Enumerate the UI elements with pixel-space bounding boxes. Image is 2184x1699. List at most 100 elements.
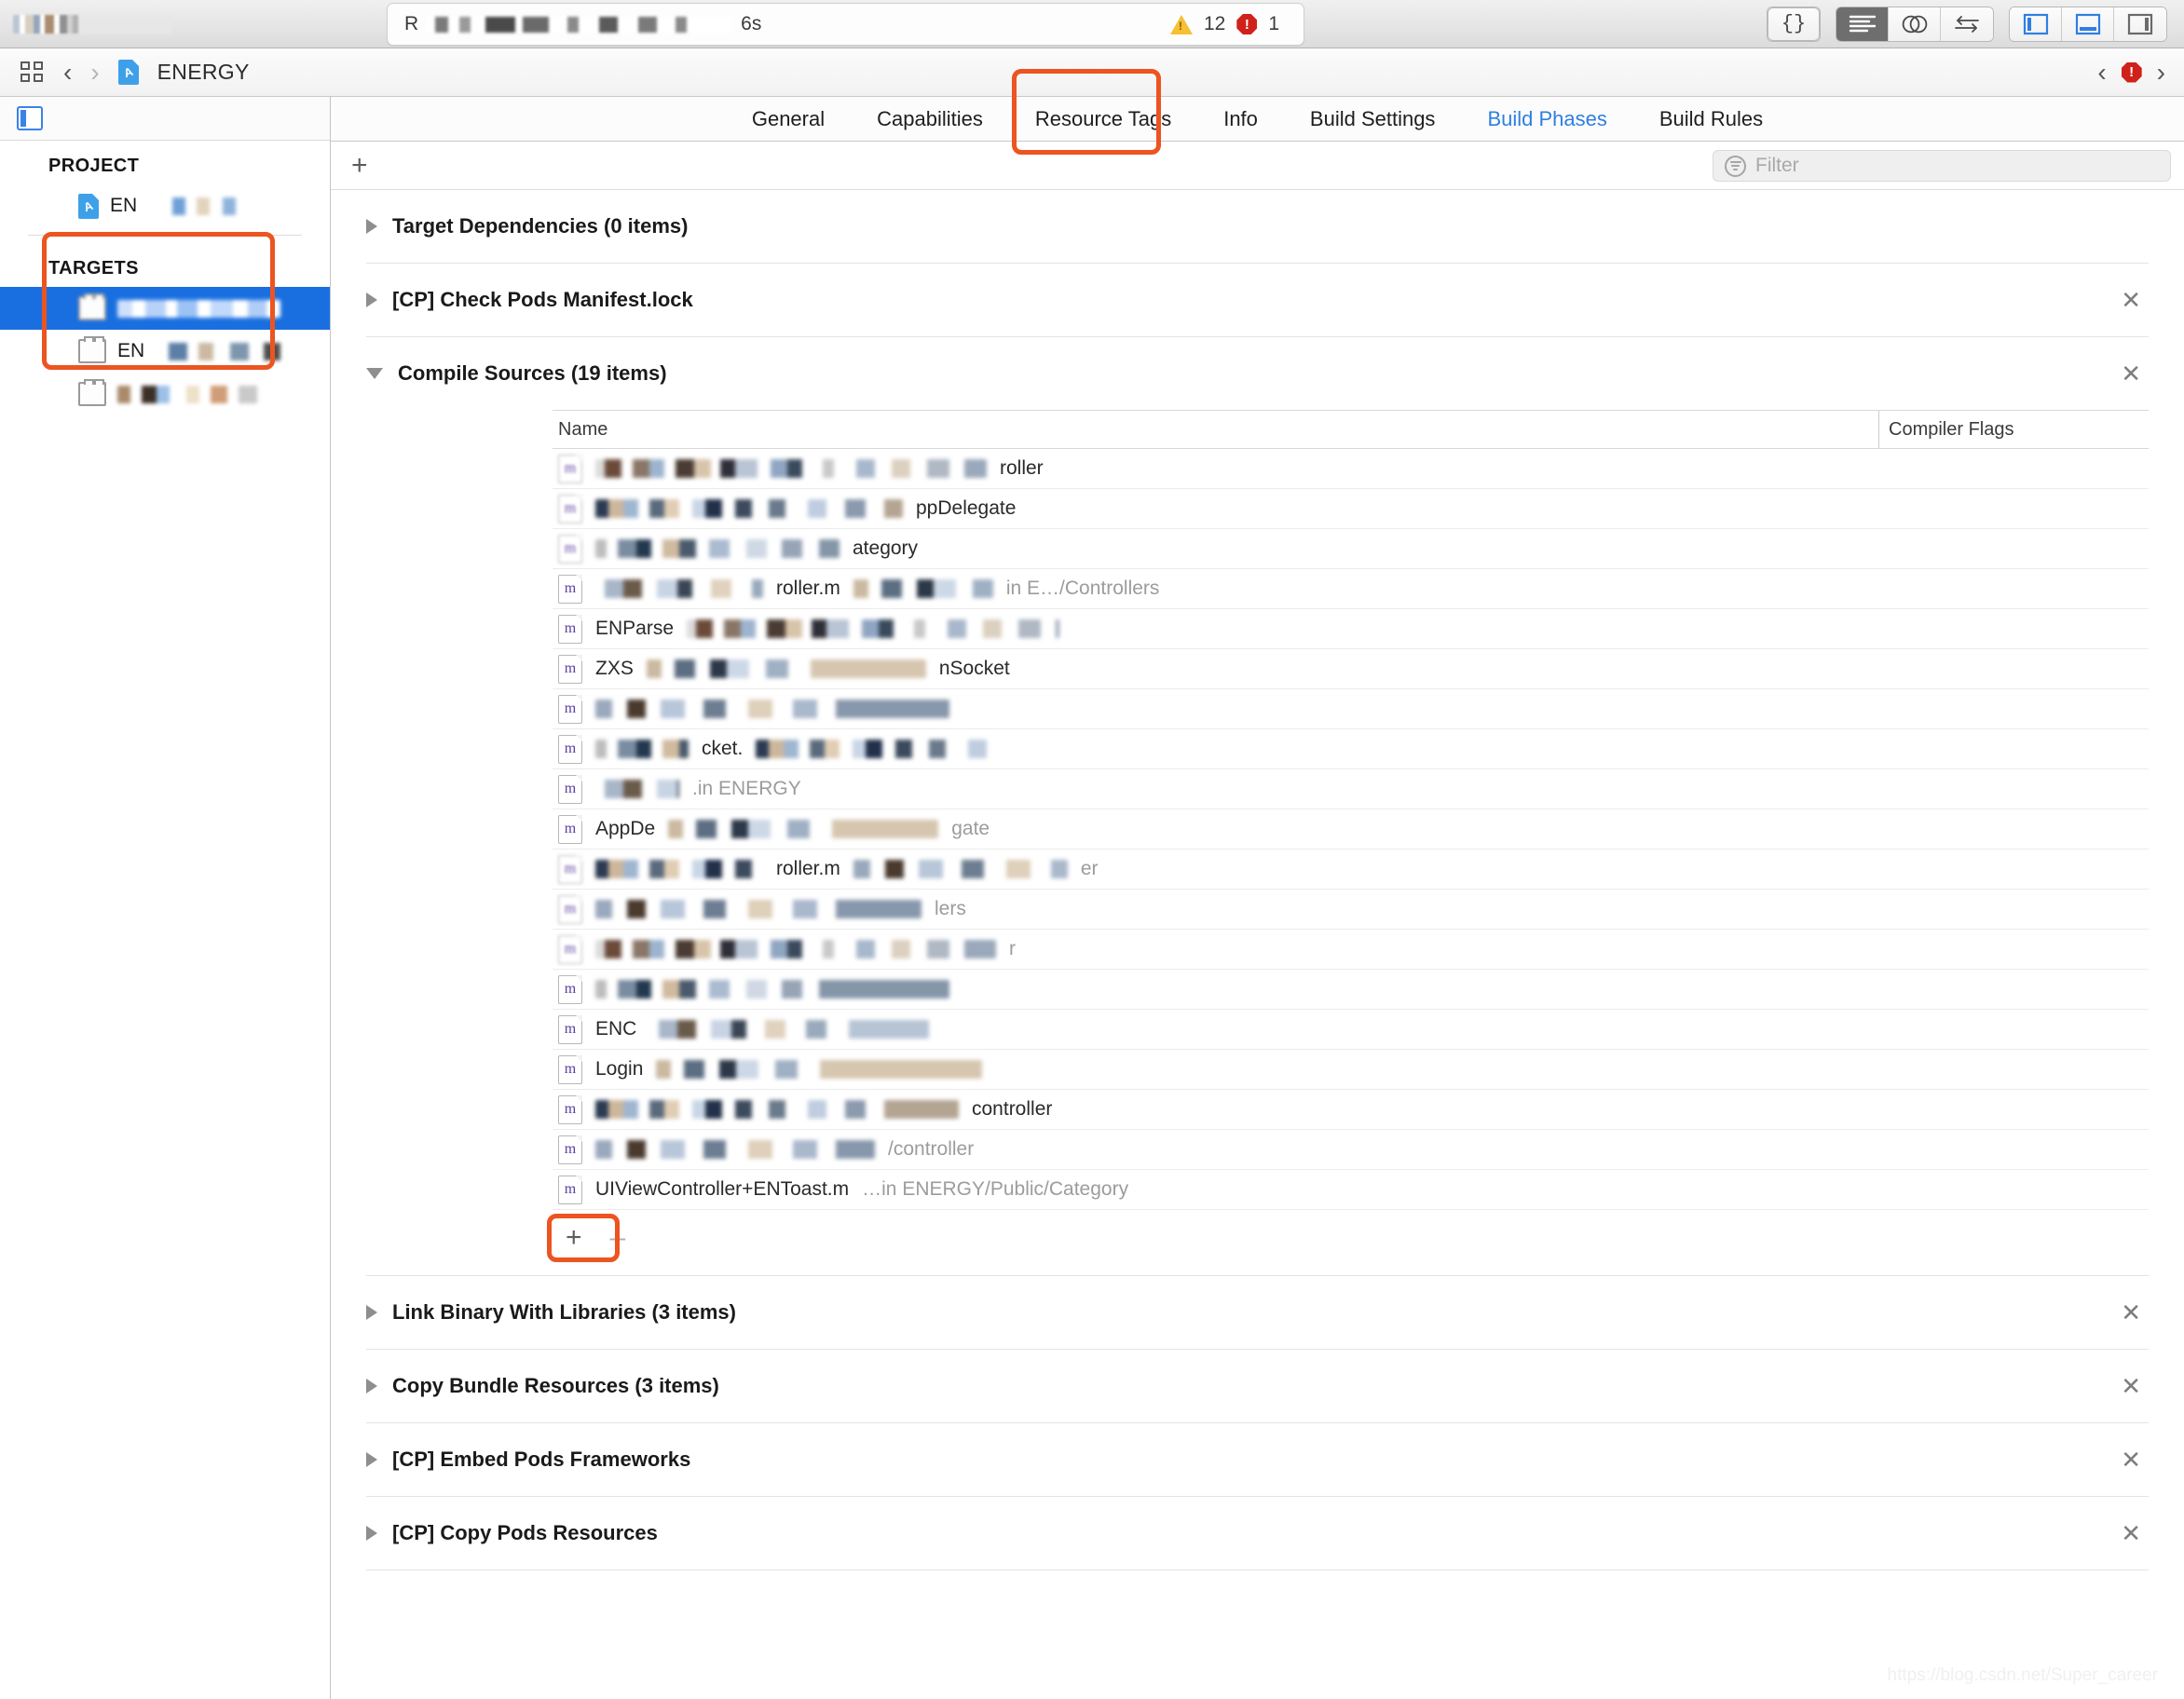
delete-phase-button[interactable]: ✕ xyxy=(2121,288,2141,312)
file-name-tail: cket. xyxy=(702,738,744,759)
file-name-tail: gate xyxy=(951,818,990,839)
project-grid-icon[interactable] xyxy=(20,61,45,84)
objc-m-file-icon: m xyxy=(558,1094,582,1124)
remove-file-button[interactable]: – xyxy=(610,1224,626,1252)
error-count: 1 xyxy=(1268,13,1279,34)
tab-info[interactable]: Info xyxy=(1197,107,1284,131)
issue-counters[interactable]: 12 ! 1 xyxy=(1169,13,1279,35)
table-row[interactable]: m xyxy=(553,689,2149,729)
phase-header[interactable]: Link Binary With Libraries (3 items) ✕ xyxy=(366,1276,2149,1349)
phase-copy-pods-resources: [CP] Copy Pods Resources ✕ xyxy=(366,1497,2149,1570)
disclosure-triangle-icon[interactable] xyxy=(366,1452,377,1467)
phase-header[interactable]: Copy Bundle Resources (3 items) ✕ xyxy=(366,1350,2149,1422)
bundle-target-icon xyxy=(78,336,106,363)
disclosure-triangle-icon[interactable] xyxy=(366,1526,377,1541)
code-snippet-button[interactable]: {} xyxy=(1768,7,1820,41)
xcode-project-icon: A xyxy=(117,60,139,85)
objc-m-file-icon: m xyxy=(558,1175,582,1204)
tab-build-rules[interactable]: Build Rules xyxy=(1633,107,1789,131)
objc-m-file-icon: m xyxy=(558,894,582,924)
compile-sources-add-remove-row: + – xyxy=(547,1210,2149,1266)
delete-phase-button[interactable]: ✕ xyxy=(2121,1521,2141,1545)
tab-build-phases[interactable]: Build Phases xyxy=(1461,107,1632,131)
sidebar-item-target-selected[interactable] xyxy=(0,287,330,330)
table-row[interactable]: m ZXS nSocket xyxy=(553,649,2149,689)
column-header-name[interactable]: Name xyxy=(553,419,1878,441)
phase-header[interactable]: Target Dependencies (0 items) xyxy=(366,190,2149,263)
app-target-icon xyxy=(78,293,106,320)
filter-icon xyxy=(1725,155,1746,177)
disclosure-triangle-icon[interactable] xyxy=(366,1379,377,1393)
objc-m-file-icon: m xyxy=(558,974,582,1004)
sidebar-item-project[interactable]: A EN xyxy=(0,184,330,227)
tab-capabilities[interactable]: Capabilities xyxy=(851,107,1009,131)
objc-m-file-icon: m xyxy=(558,654,582,684)
version-editor-button[interactable] xyxy=(1941,7,1993,41)
tab-general[interactable]: General xyxy=(726,107,851,131)
table-row[interactable]: m lers xyxy=(553,890,2149,930)
add-file-button[interactable]: + xyxy=(566,1224,582,1252)
warning-count: 12 xyxy=(1203,13,1226,34)
delete-phase-button[interactable]: ✕ xyxy=(2121,1374,2141,1398)
redacted-file-name xyxy=(595,459,987,478)
file-path-tail: er xyxy=(1080,858,1099,879)
navigator-toggle-button[interactable] xyxy=(2010,7,2062,41)
table-row[interactable]: m AppDe gate xyxy=(553,809,2149,850)
breadcrumb-project-name[interactable]: ENERGY xyxy=(157,60,250,85)
delete-phase-button[interactable]: ✕ xyxy=(2121,1448,2141,1472)
table-row[interactable]: m roller.m in E…/Controllers xyxy=(553,569,2149,609)
table-row[interactable]: m cket. xyxy=(553,729,2149,769)
error-badge-icon[interactable]: ! xyxy=(2121,61,2142,83)
table-row[interactable]: m ENC xyxy=(553,1010,2149,1050)
sidebar-item-target-3[interactable] xyxy=(0,373,330,415)
table-row[interactable]: m .in ENERGY xyxy=(553,769,2149,809)
nav-forward-button[interactable]: › xyxy=(90,59,99,86)
table-row[interactable]: m ategory xyxy=(553,529,2149,569)
redacted-run-control[interactable] xyxy=(13,14,171,34)
delete-phase-button[interactable]: ✕ xyxy=(2121,1300,2141,1325)
objc-m-file-icon: m xyxy=(558,1014,582,1044)
filter-field[interactable]: Filter xyxy=(1713,150,2171,182)
table-row[interactable]: m controller xyxy=(553,1090,2149,1130)
table-row[interactable]: m ENParse xyxy=(553,609,2149,649)
disclosure-triangle-icon[interactable] xyxy=(366,1305,377,1320)
table-row[interactable]: m ppDelegate xyxy=(553,489,2149,529)
storyboard-file-icon: m xyxy=(558,534,582,564)
table-row[interactable]: m UIViewController+ENToast.m …in ENERGY/… xyxy=(553,1170,2149,1210)
compile-sources-table: Name Compiler Flags m roller m ppDelegat… xyxy=(366,410,2149,1275)
table-row[interactable]: m /controller xyxy=(553,1130,2149,1170)
disclosure-triangle-icon[interactable] xyxy=(366,219,377,234)
disclosure-triangle-icon[interactable] xyxy=(366,368,383,379)
nav-back-button[interactable]: ‹ xyxy=(63,59,72,86)
assistant-editor-button[interactable] xyxy=(1889,7,1941,41)
table-row[interactable]: m r xyxy=(553,930,2149,970)
tab-build-settings[interactable]: Build Settings xyxy=(1284,107,1462,131)
phase-header[interactable]: [CP] Copy Pods Resources ✕ xyxy=(366,1497,2149,1570)
library-button-group: {} xyxy=(1767,6,1821,42)
standard-editor-button[interactable] xyxy=(1836,7,1889,41)
sidebar-panel-toggle-icon[interactable] xyxy=(17,106,43,130)
table-row[interactable]: m Login xyxy=(553,1050,2149,1090)
redacted-file-name xyxy=(595,579,763,598)
editor-mode-group xyxy=(1836,6,1994,42)
next-issue-button[interactable]: › xyxy=(2157,59,2165,86)
previous-issue-button[interactable]: ‹ xyxy=(2097,59,2106,86)
delete-phase-button[interactable]: ✕ xyxy=(2121,361,2141,386)
table-row[interactable]: m xyxy=(553,970,2149,1010)
debug-area-toggle-button[interactable] xyxy=(2062,7,2114,41)
sidebar-divider xyxy=(28,235,302,236)
sidebar-item-target-2[interactable]: EN xyxy=(0,330,330,373)
project-item-label: EN xyxy=(110,195,138,216)
phase-header[interactable]: [CP] Embed Pods Frameworks ✕ xyxy=(366,1423,2149,1496)
phase-header[interactable]: Compile Sources (19 items) ✕ xyxy=(366,337,2149,410)
table-row[interactable]: m roller xyxy=(553,449,2149,489)
table-row[interactable]: m roller.m er xyxy=(553,850,2149,890)
utilities-toggle-button[interactable] xyxy=(2114,7,2166,41)
disclosure-triangle-icon[interactable] xyxy=(366,292,377,307)
tab-resource-tags[interactable]: Resource Tags xyxy=(1009,107,1197,131)
phase-header[interactable]: [CP] Check Pods Manifest.lock ✕ xyxy=(366,264,2149,336)
column-header-compiler-flags[interactable]: Compiler Flags xyxy=(1878,411,2149,448)
add-build-phase-button[interactable]: + xyxy=(351,151,368,180)
redacted-file-name xyxy=(687,619,1060,638)
scheme-status-bar[interactable]: R 6s 12 ! 1 xyxy=(387,3,1304,46)
